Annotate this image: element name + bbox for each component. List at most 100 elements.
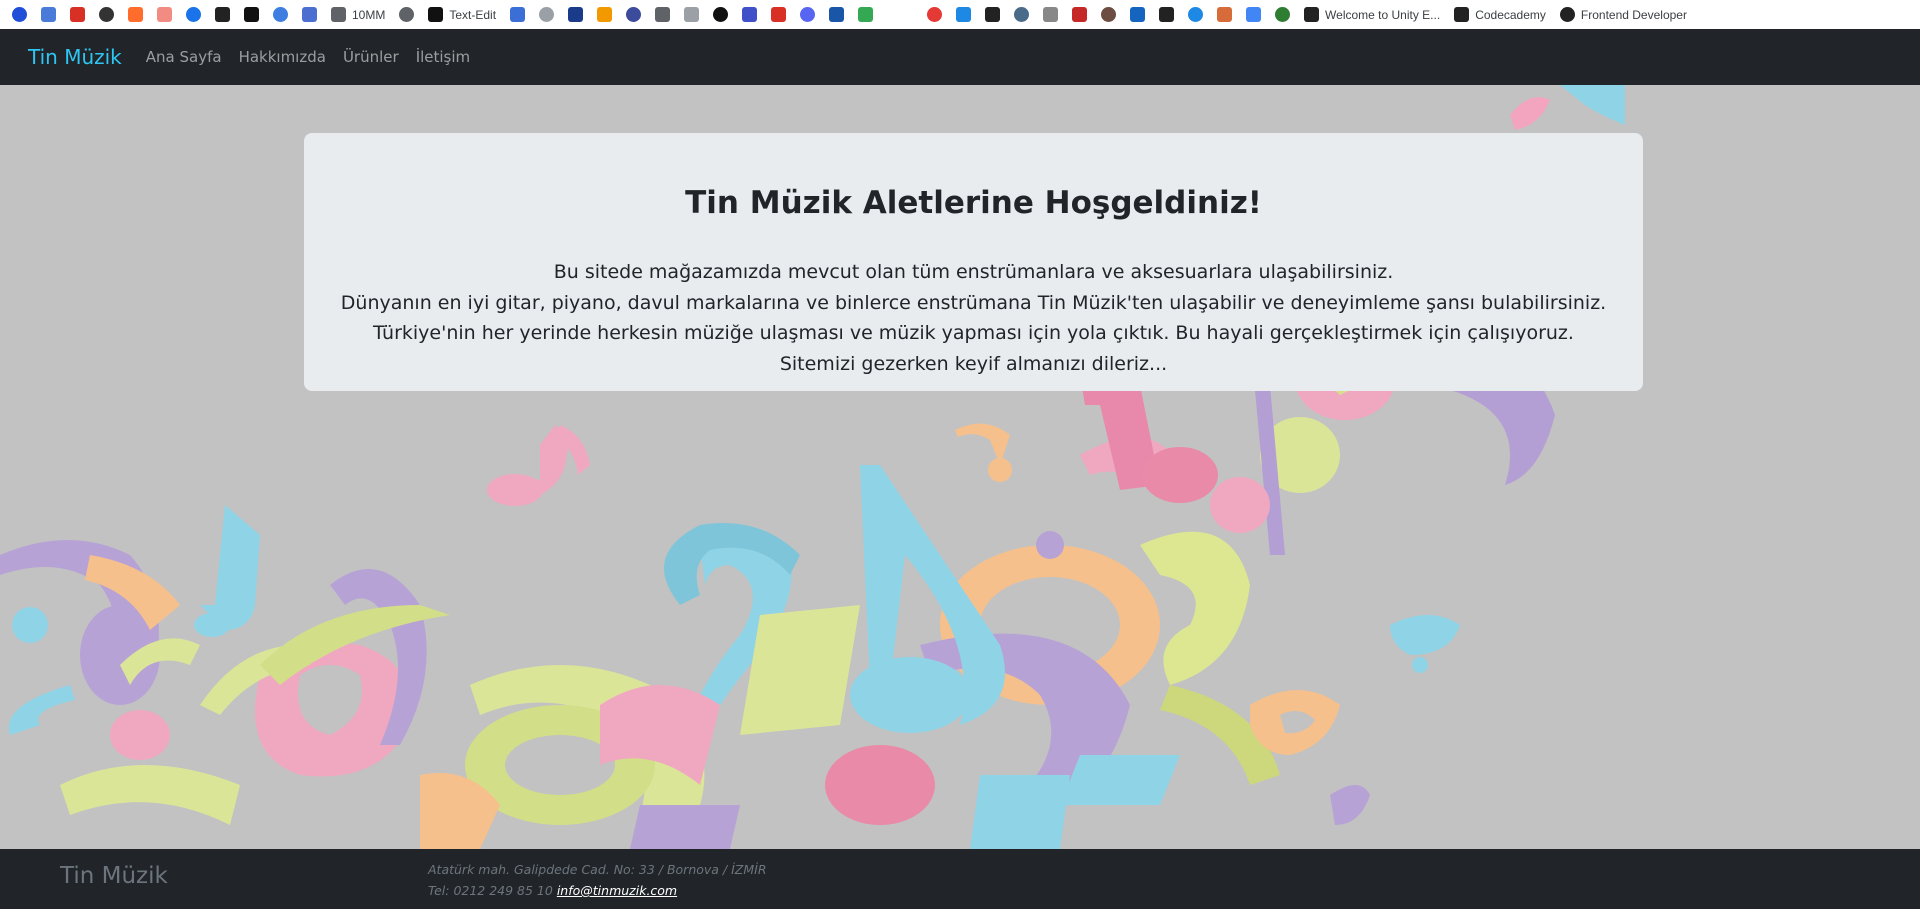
bookmark-mail[interactable] <box>157 0 172 29</box>
film-icon <box>399 7 415 22</box>
bookmark-translate[interactable] <box>41 0 56 29</box>
bookmark-label: Codecademy <box>1475 7 1546 22</box>
drive-icon <box>186 7 201 22</box>
at-icon <box>99 7 114 22</box>
bookmark-globe[interactable]: 10MM <box>331 0 385 29</box>
cp-icon <box>128 7 143 22</box>
footer-address: Atatürk mah. Galipdede Cad. No: 33 / Bor… <box>428 862 767 877</box>
grid-icon <box>1275 7 1291 22</box>
star-icon <box>302 7 317 22</box>
bookmark-shield[interactable] <box>626 0 642 29</box>
bookmark-image[interactable] <box>858 0 874 29</box>
codecademy-icon <box>1454 7 1470 22</box>
bookmark-s[interactable] <box>742 0 758 29</box>
bookmark-five[interactable] <box>985 0 1001 29</box>
triangle-icon <box>1188 7 1204 22</box>
bookmark-drive[interactable] <box>186 0 201 29</box>
gear-icon <box>1217 7 1233 22</box>
bookmark-heart[interactable] <box>771 0 787 29</box>
opera-icon <box>927 7 943 22</box>
bookmark-codecademy[interactable]: Codecademy <box>1454 0 1546 29</box>
nav-link-iletisim[interactable]: İletişim <box>416 48 470 66</box>
globe-icon <box>331 7 346 22</box>
bookmark-arrow[interactable] <box>1014 0 1030 29</box>
frontend-icon <box>1559 7 1575 22</box>
bookmarks-bar: 10MM Text-Edit Welcome to Unity E... Codeca… <box>0 0 1920 29</box>
world-icon <box>655 7 671 22</box>
bookmark-grid[interactable] <box>1275 0 1291 29</box>
welcome-line-2: Dünyanın en iyi gitar, piyano, davul mar… <box>340 291 1607 314</box>
bookmark-mic[interactable] <box>713 0 729 29</box>
bookmark-film[interactable] <box>399 0 415 29</box>
bookmark-opera[interactable] <box>927 0 943 29</box>
bookmark-dg[interactable] <box>273 0 288 29</box>
heart-icon <box>771 7 787 22</box>
bookmark-paypal[interactable] <box>12 0 27 29</box>
bookmark-wave[interactable] <box>684 0 700 29</box>
bookmark-ring[interactable] <box>956 0 972 29</box>
nav-link-ana-sayfa[interactable]: Ana Sayfa <box>146 48 222 66</box>
bookmark-world[interactable] <box>655 0 671 29</box>
bookmark-a[interactable] <box>244 0 259 29</box>
book-icon <box>568 7 584 22</box>
bookmark-cloud[interactable] <box>539 0 555 29</box>
welcome-card: Tin Müzik Aletlerine Hoşgeldiniz! Bu sit… <box>304 133 1643 391</box>
bookmark-gear[interactable] <box>1217 0 1233 29</box>
ring-icon <box>956 7 972 22</box>
bookmark-photo[interactable] <box>1101 0 1117 29</box>
bookmark-four[interactable] <box>510 0 526 29</box>
bookmark-at[interactable] <box>99 0 114 29</box>
io-icon <box>1159 7 1175 22</box>
bookmark-camera[interactable] <box>215 0 230 29</box>
translate-icon <box>41 7 56 22</box>
bookmark-wordpress[interactable] <box>1043 0 1059 29</box>
wordpress-icon <box>1043 7 1059 22</box>
bookmark-a2[interactable] <box>829 0 845 29</box>
bookmark-frontend[interactable]: Frontend Developer <box>1559 0 1687 29</box>
footer-phone: Tel: 0212 249 85 10 <box>428 883 553 898</box>
bookmark-label: Welcome to Unity E... <box>1325 7 1441 22</box>
bookmark-bars[interactable] <box>1246 0 1262 29</box>
unity-icon <box>1304 7 1320 22</box>
bars-icon <box>1246 7 1262 22</box>
c-icon <box>1130 7 1146 22</box>
wing-icon <box>1072 7 1088 22</box>
dg-icon <box>273 7 288 22</box>
brand-link[interactable]: Tin Müzik <box>28 45 122 69</box>
cloud-icon <box>539 7 555 22</box>
bookmark-sun[interactable] <box>597 0 613 29</box>
bookmark-wing[interactable] <box>1072 0 1088 29</box>
nav-link-urunler[interactable]: Ürünler <box>343 48 399 66</box>
shield-icon <box>626 7 642 22</box>
image-icon <box>858 7 874 22</box>
mail-icon <box>157 7 172 22</box>
bookmark-triangle[interactable] <box>1188 0 1204 29</box>
footer-email-link[interactable]: info@tinmuzik.com <box>557 883 677 898</box>
welcome-line-3: Türkiye'nin her yerinde herkesin müziğe … <box>373 322 1574 344</box>
bookmark-cp[interactable] <box>128 0 143 29</box>
five-icon <box>985 7 1001 22</box>
paypal-icon <box>12 7 27 22</box>
bookmark-unity[interactable]: Welcome to Unity E... <box>1304 0 1440 29</box>
bookmark-label: Frontend Developer <box>1580 7 1687 22</box>
bookmark-star[interactable] <box>302 0 317 29</box>
wave-icon <box>684 7 700 22</box>
welcome-line-1: Bu sitede mağazamızda mevcut olan tüm en… <box>553 261 1394 283</box>
bookmark-h[interactable]: Text-Edit <box>428 0 496 29</box>
four-icon <box>510 7 526 22</box>
arrow-icon <box>1014 7 1030 22</box>
mic-icon <box>713 7 729 22</box>
footer-brand: Tin Müzik <box>60 863 168 889</box>
a-icon <box>244 7 259 22</box>
bookmark-gmail[interactable] <box>70 0 85 29</box>
bookmark-c[interactable] <box>1130 0 1146 29</box>
bookmark-io[interactable] <box>1159 0 1175 29</box>
welcome-title: Tin Müzik Aletlerine Hoşgeldiniz! <box>685 185 1262 221</box>
bookmark-discord[interactable] <box>800 0 816 29</box>
h-icon <box>428 7 444 22</box>
bookmark-label: 10MM <box>352 7 386 22</box>
nav-link-hakkimizda[interactable]: Hakkımızda <box>239 48 326 66</box>
bookmark-book[interactable] <box>568 0 584 29</box>
s-icon <box>742 7 758 22</box>
footer: Tin Müzik Atatürk mah. Galipdede Cad. No… <box>0 849 1920 909</box>
